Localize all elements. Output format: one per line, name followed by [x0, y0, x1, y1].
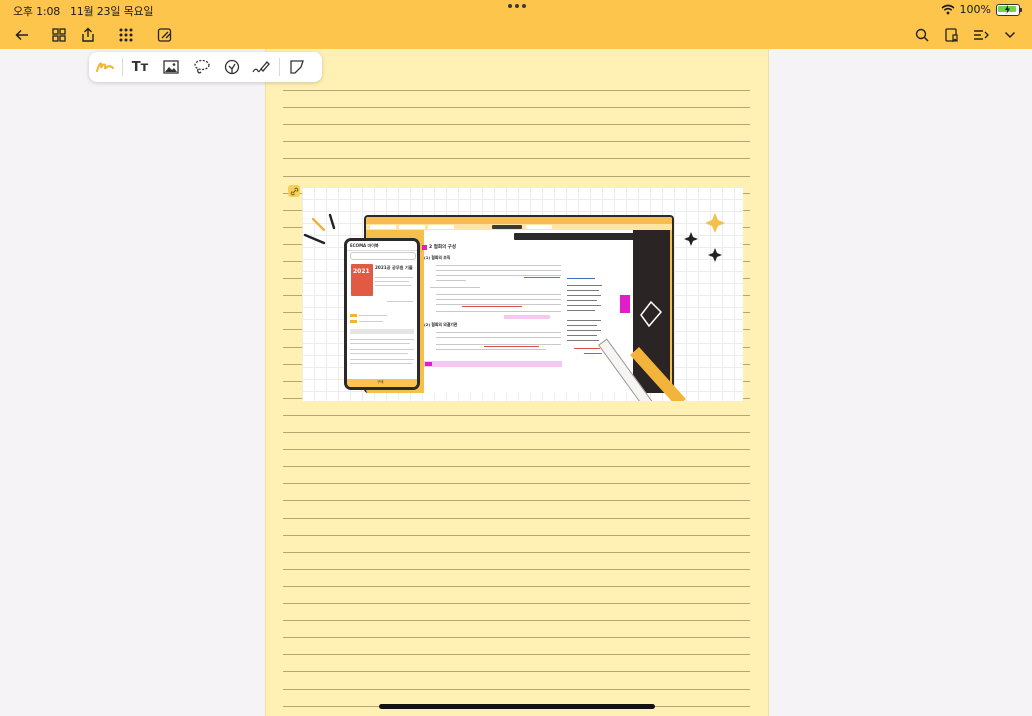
grid-view-icon[interactable] [49, 25, 69, 45]
apps-icon[interactable] [116, 25, 136, 45]
ruled-line [283, 518, 750, 519]
phone-footer: 구매 [377, 380, 384, 384]
back-arrow-icon[interactable] [12, 25, 32, 45]
sticker-icon[interactable] [222, 57, 242, 77]
text-tool-glyph: Tт [131, 59, 149, 75]
ruled-line [283, 689, 750, 690]
canvas-background [0, 49, 265, 716]
search-icon[interactable] [912, 25, 932, 45]
phone-brand: ECOMA 마이북 [350, 243, 379, 248]
ruled-line [283, 141, 750, 142]
pen-tools-palette: Tт [89, 52, 322, 82]
ruled-line [283, 466, 750, 467]
ruled-line [283, 654, 750, 655]
top-toolbar [0, 20, 1032, 49]
doc-subheading-1: (1) 협회의 조직 [424, 255, 451, 260]
ruled-line [283, 432, 750, 433]
book-cover-year: 2021 [353, 268, 370, 275]
ruled-line [283, 671, 750, 672]
ruled-line [283, 586, 750, 587]
highlighter-icon[interactable] [251, 57, 271, 77]
ruled-line [283, 535, 750, 536]
wifi-icon [941, 4, 955, 15]
battery-percent: 100% [959, 3, 991, 16]
status-clock: 오후 1:08 [13, 5, 61, 18]
ruled-line [283, 500, 750, 501]
ruled-line [283, 620, 750, 621]
ruled-line [283, 449, 750, 450]
chevron-down-icon[interactable] [1000, 25, 1020, 45]
phone-mockup: ECOMA 마이북 2021 2021공 공무원 기출 구매 [344, 238, 420, 390]
ruled-line [283, 107, 750, 108]
book-title: 2021공 공무원 기출 [375, 265, 413, 270]
reading-mode-icon[interactable] [155, 25, 175, 45]
ruled-line [283, 637, 750, 638]
ruled-line [283, 90, 750, 91]
ruled-line [283, 158, 750, 159]
ruled-line [283, 603, 750, 604]
page-list-icon[interactable] [971, 25, 991, 45]
pen-icon[interactable] [95, 57, 115, 77]
doc-section-heading: 2 협회의 구성 [429, 245, 456, 250]
status-indicators: 100% [941, 3, 1022, 16]
ruled-line [283, 124, 750, 125]
ruled-line [283, 552, 750, 553]
pasted-image[interactable]: 2 협회의 구성 (1) 협회의 조직 (2) 협회의 의결기관 ECOMA 마… [302, 187, 743, 401]
ruled-line [283, 483, 750, 484]
ruled-line [283, 176, 750, 177]
ruled-line [283, 415, 750, 416]
status-date: 11월 23일 목요일 [69, 5, 154, 18]
multitasking-dots-icon[interactable] [508, 4, 526, 8]
doc-subheading-2: (2) 협회의 의결기관 [424, 322, 458, 327]
tablet-document: 2 협회의 구성 (1) 협회의 조직 (2) 협회의 의결기관 [422, 230, 664, 393]
status-time: 오후 1:08 11월 23일 목요일 [13, 3, 154, 19]
bookmark-icon[interactable] [942, 25, 962, 45]
battery-icon [996, 3, 1022, 16]
ruled-line [283, 569, 750, 570]
image-icon[interactable] [161, 57, 181, 77]
status-bar: 오후 1:08 11월 23일 목요일 100% [0, 0, 1032, 20]
home-indicator[interactable] [379, 704, 655, 709]
text-icon[interactable]: Tт [130, 57, 150, 77]
export-icon[interactable] [78, 25, 98, 45]
lasso-icon[interactable] [192, 57, 212, 77]
shape-crop-icon[interactable] [287, 57, 307, 77]
book-cover: 2021 [351, 264, 373, 296]
link-icon[interactable] [288, 185, 300, 197]
